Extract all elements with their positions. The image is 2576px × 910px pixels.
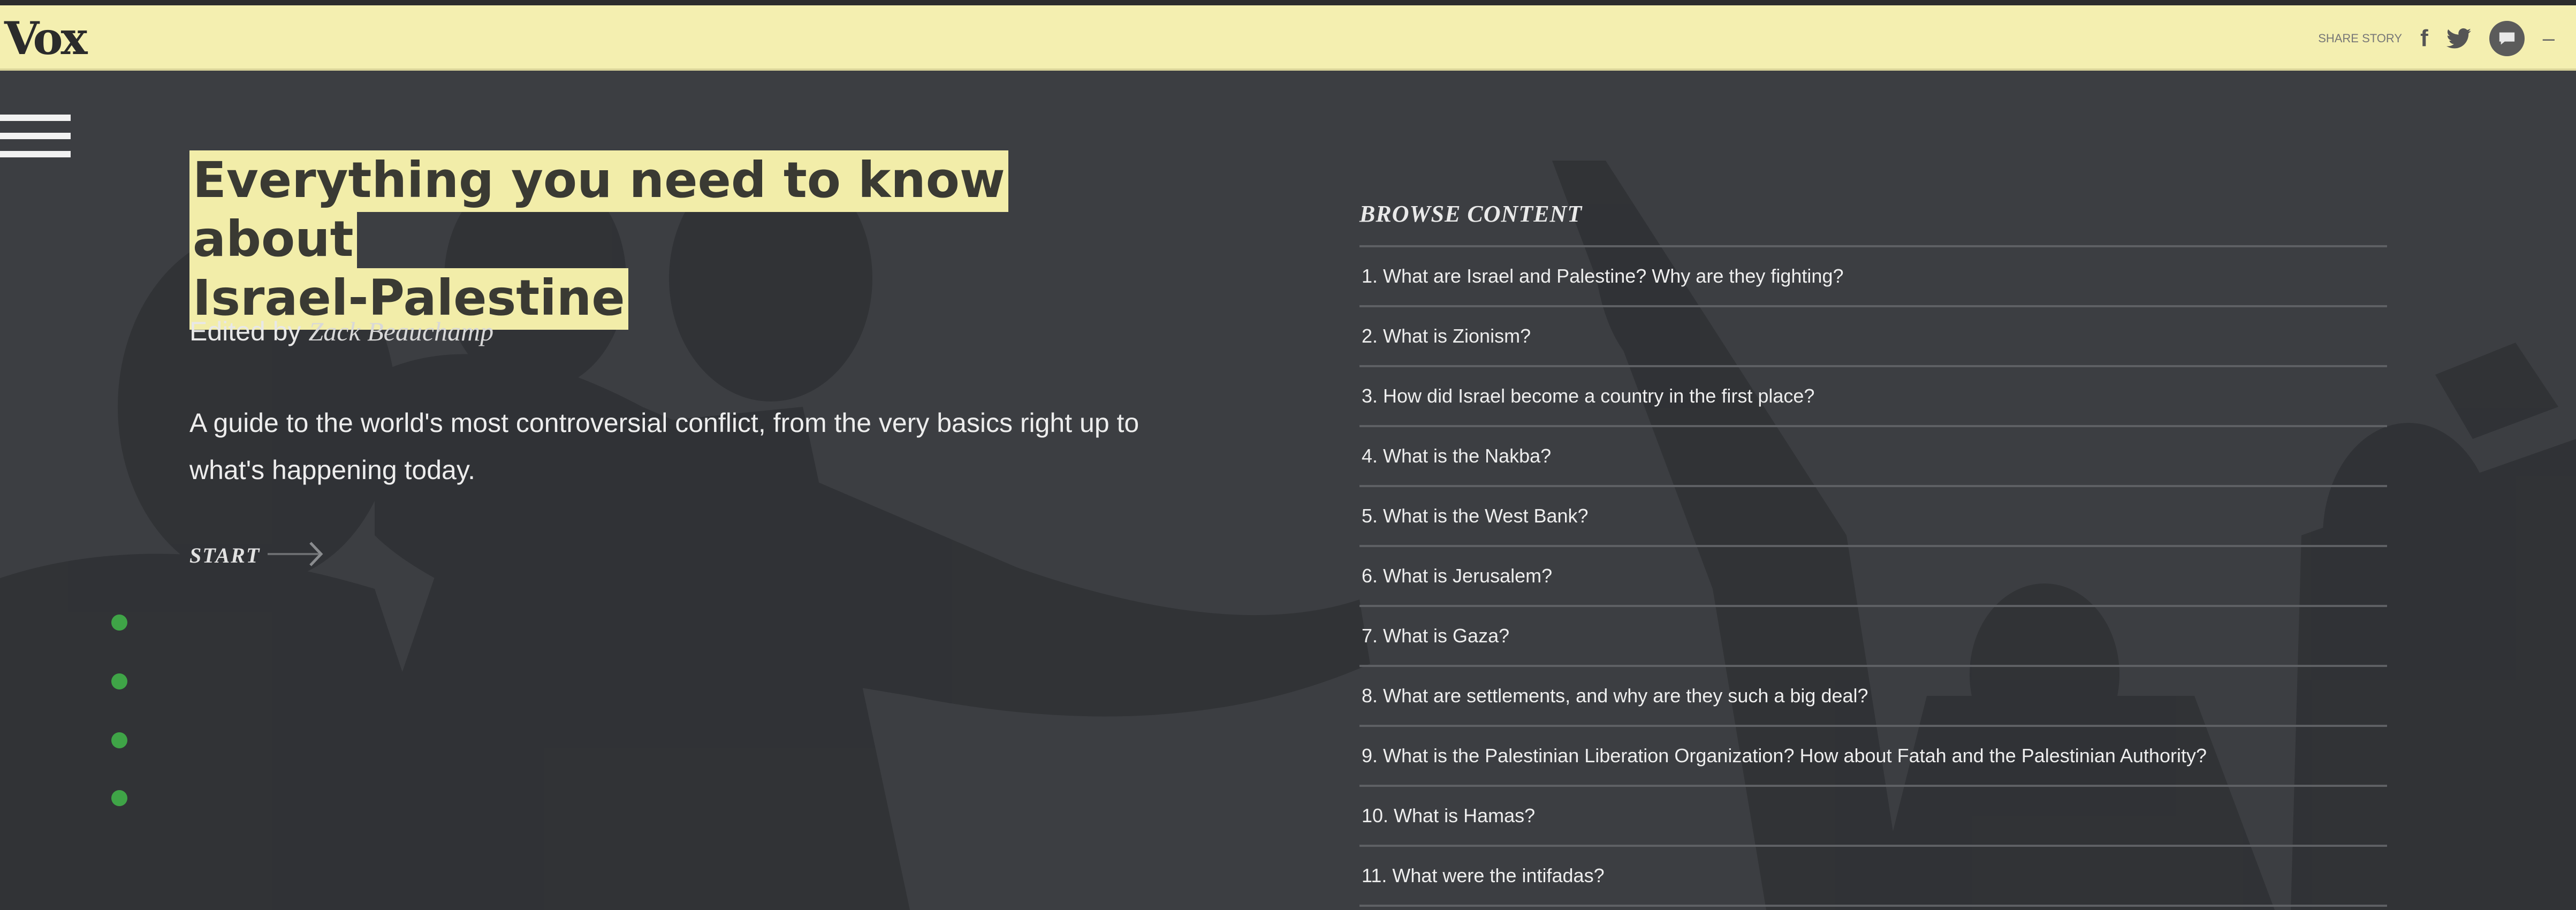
- section-dot[interactable]: [111, 615, 127, 631]
- toc-item[interactable]: 1. What are Israel and Palestine? Why ar…: [1359, 247, 2387, 307]
- facebook-icon[interactable]: f: [2420, 27, 2428, 50]
- toc-item[interactable]: 7. What is Gaza?: [1359, 607, 2387, 667]
- share-tools: SHARE STORY f –: [2318, 21, 2555, 56]
- hamburger-menu-icon[interactable]: [0, 107, 72, 166]
- title-line-1: Everything you need to know about: [189, 150, 1008, 271]
- section-dot[interactable]: [111, 790, 127, 806]
- start-button[interactable]: START: [189, 535, 326, 575]
- share-label: SHARE STORY: [2318, 32, 2403, 45]
- author-link[interactable]: Zack Beauchamp: [308, 316, 493, 346]
- browse-content: BROWSE CONTENT 1. What are Israel and Pa…: [1359, 198, 2387, 907]
- page: Vox SHARE STORY f – Everything you need …: [0, 0, 2576, 910]
- menu-bar: [0, 151, 71, 157]
- toc-item[interactable]: 2. What is Zionism?: [1359, 307, 2387, 367]
- comments-icon[interactable]: [2489, 21, 2525, 56]
- menu-bar: [0, 133, 71, 139]
- dek: A guide to the world's most controversia…: [189, 408, 1139, 485]
- window-top-strip: [0, 0, 2576, 5]
- toc-item[interactable]: 8. What are settlements, and why are the…: [1359, 667, 2387, 727]
- toc-item[interactable]: 5. What is the West Bank?: [1359, 487, 2387, 547]
- toc-item[interactable]: 11. What were the intifadas?: [1359, 847, 2387, 907]
- start-label: START: [189, 543, 261, 567]
- byline-prefix: Edited by: [189, 316, 301, 346]
- site-header: Vox SHARE STORY f –: [0, 5, 2576, 71]
- toc-item[interactable]: 3. How did Israel become a country in th…: [1359, 367, 2387, 427]
- menu-bar: [0, 115, 71, 121]
- toc-item[interactable]: 4. What is the Nakba?: [1359, 427, 2387, 487]
- arrow-right-icon: [268, 535, 326, 575]
- section-dot[interactable]: [111, 732, 127, 748]
- vox-logo[interactable]: Vox: [4, 16, 88, 61]
- twitter-icon[interactable]: [2446, 28, 2471, 49]
- browse-heading: BROWSE CONTENT: [1359, 198, 2387, 247]
- more-icon[interactable]: –: [2543, 28, 2555, 49]
- toc-item[interactable]: 6. What is Jerusalem?: [1359, 547, 2387, 607]
- toc-item[interactable]: 10. What is Hamas?: [1359, 787, 2387, 847]
- section-dot[interactable]: [111, 673, 127, 689]
- section-dots: [111, 615, 133, 818]
- toc-item[interactable]: 9. What is the Palestinian Liberation Or…: [1359, 727, 2387, 787]
- byline: Edited by Zack Beauchamp: [189, 316, 493, 347]
- page-title: Everything you need to know about Israel…: [189, 150, 1089, 330]
